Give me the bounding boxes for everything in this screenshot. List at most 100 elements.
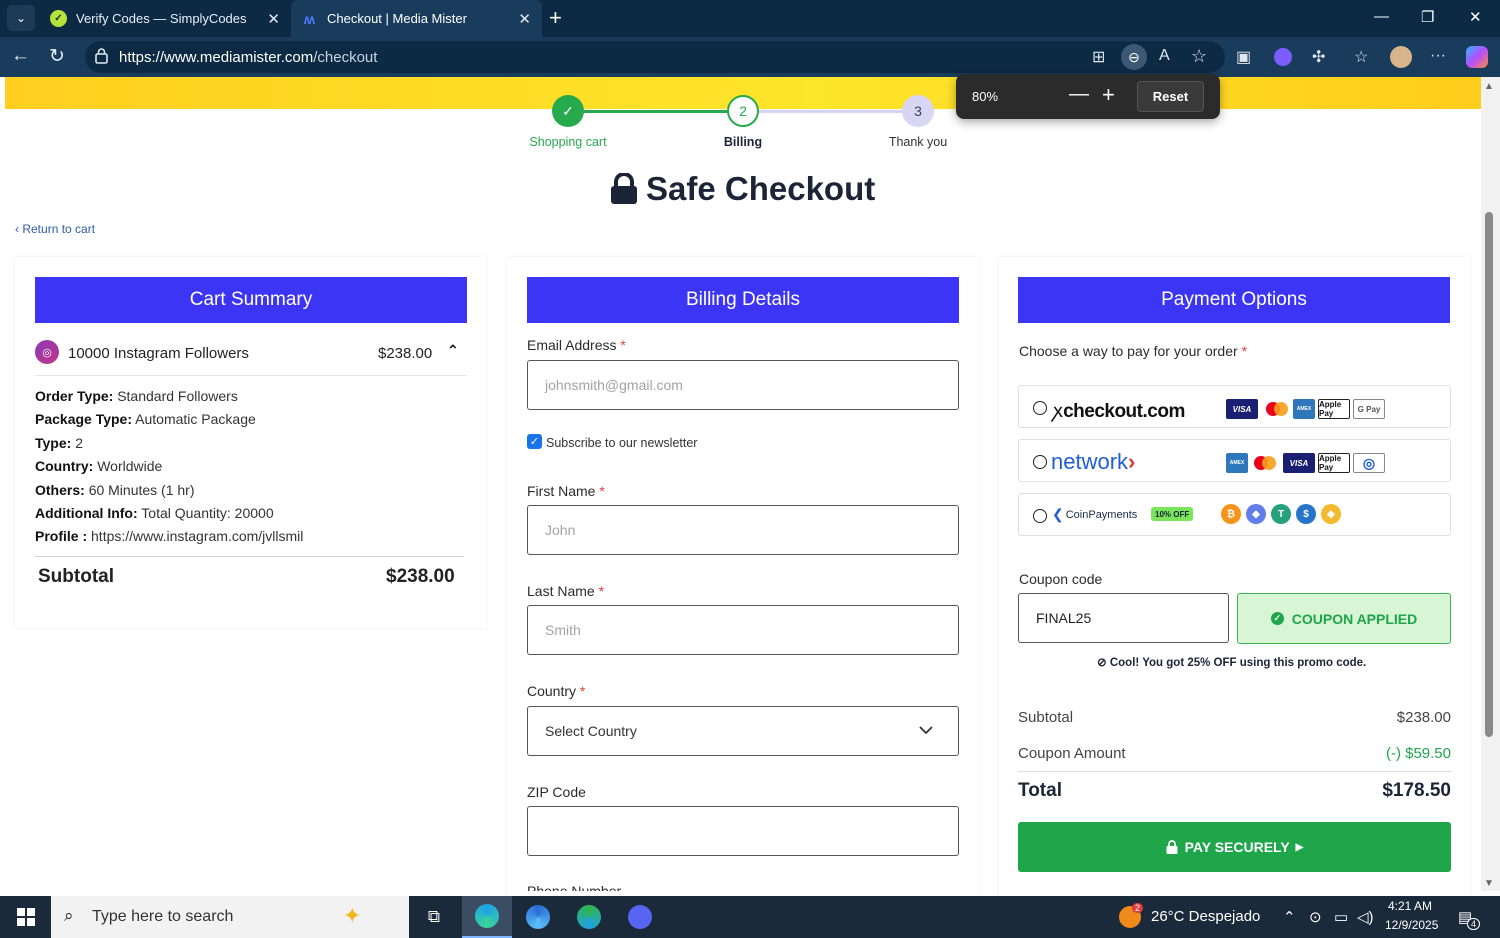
coupon-amount-value: (-) $59.50 — [1385, 745, 1451, 762]
coinpayments-logo-text: CoinPayments — [1065, 508, 1138, 521]
pay-option-checkout[interactable]: ꭗcheckout.com VISA AMEX Apple Pay G Pay — [1018, 385, 1451, 428]
zoom-in-icon[interactable]: + — [1102, 82, 1115, 108]
edge-taskbar-icon[interactable] — [462, 896, 512, 938]
favorite-star-icon[interactable]: ☆ — [1191, 46, 1207, 67]
tether-icon: T — [1271, 504, 1291, 524]
newsletter-checkbox[interactable]: ✓ — [527, 434, 542, 449]
copilot-extension-icon[interactable] — [1274, 48, 1292, 66]
tab-mediamister[interactable]: ʍ Checkout | Media Mister ✕ — [291, 0, 542, 37]
last-name-field[interactable]: Smith — [527, 605, 959, 655]
clock-time[interactable]: 4:21 AM — [1388, 899, 1432, 913]
country-select[interactable]: Select Country — [527, 706, 959, 756]
package-type-row: Package Type: Automatic Package — [35, 411, 256, 427]
back-icon[interactable]: ← — [11, 45, 30, 67]
padlock-icon — [611, 173, 637, 204]
payment-prompt: Choose a way to pay for your order * — [1019, 343, 1247, 359]
refresh-icon[interactable]: ↻ — [49, 45, 65, 68]
new-tab-button[interactable]: + — [549, 5, 562, 31]
clock-date[interactable]: 12/9/2025 — [1385, 918, 1438, 932]
detail-label: Profile : — [35, 528, 88, 544]
apps-icon[interactable]: ⊞ — [1092, 47, 1105, 67]
required-mark: * — [620, 337, 626, 353]
return-to-cart-link[interactable]: ‹ Return to cart — [15, 222, 95, 236]
detail-value: Standard Followers — [117, 388, 238, 404]
scroll-down-icon[interactable]: ▼ — [1484, 878, 1494, 889]
diners-club-icon: ◎ — [1353, 453, 1385, 473]
volume-icon[interactable]: ◁) — [1357, 908, 1374, 926]
windows-start-icon[interactable] — [17, 908, 35, 926]
zip-label: ZIP Code — [527, 784, 586, 800]
zoom-popup: 80% — + Reset — [956, 74, 1220, 119]
extensions-puzzle-icon[interactable]: ✣ — [1312, 47, 1325, 67]
close-tab-icon[interactable]: ✕ — [518, 10, 531, 28]
minimize-icon[interactable]: — — [1374, 8, 1389, 25]
detail-label: Order Type: — [35, 388, 114, 404]
visa-icon: VISA — [1283, 453, 1315, 473]
cart-subtotal-value: $238.00 — [386, 566, 455, 587]
edge-beta-taskbar-icon[interactable] — [513, 896, 563, 938]
progress-line-todo — [743, 110, 918, 113]
tab-actions-button[interactable]: ⌄ — [7, 5, 35, 31]
tab-simplycodes[interactable]: ✓ Verify Codes — SimplyCodes ✕ — [40, 0, 291, 37]
read-aloud-icon[interactable]: A — [1159, 47, 1170, 65]
radio-button[interactable] — [1033, 455, 1047, 469]
pay-securely-button[interactable]: PAY SECURELY ▶ — [1018, 822, 1451, 872]
pay-option-coinpayments[interactable]: ❮ CoinPayments 10% OFF ₿ ◆ T $ ◈ — [1018, 493, 1451, 536]
type-row: Type: 2 — [35, 435, 83, 451]
zoom-reset-button[interactable]: Reset — [1137, 81, 1204, 112]
windows-taskbar: ⌕ Type here to search ✦ ⧉ 2 26°C Despeja… — [0, 896, 1500, 938]
detail-value: 60 Minutes (1 hr) — [88, 482, 195, 498]
coupon-amount-row: Coupon Amount (-) $59.50 — [1018, 745, 1451, 762]
payment-options-heading: Payment Options — [1018, 277, 1450, 323]
coupon-input[interactable]: FINAL25 — [1018, 593, 1229, 643]
network-icon[interactable]: ▭ — [1334, 908, 1348, 926]
task-view-icon[interactable]: ⧉ — [409, 896, 459, 938]
radio-button[interactable] — [1033, 509, 1047, 523]
taskbar-search[interactable]: ⌕ Type here to search ✦ — [51, 896, 409, 938]
close-window-icon[interactable]: ✕ — [1469, 8, 1482, 26]
extension-icon[interactable]: ▣ — [1236, 47, 1251, 67]
profile-avatar[interactable] — [1390, 46, 1412, 68]
coupon-amount-label: Coupon Amount — [1018, 745, 1126, 762]
camera-icon[interactable]: ⊙ — [1309, 908, 1322, 926]
zip-field[interactable] — [527, 806, 959, 856]
discord-taskbar-icon[interactable] — [615, 896, 665, 938]
restore-icon[interactable]: ❐ — [1421, 8, 1434, 26]
radio-button[interactable] — [1033, 401, 1047, 415]
page-scrollbar[interactable]: ▲ ▼ — [1481, 77, 1500, 891]
checkout-logo: ꭗcheckout.com — [1053, 397, 1185, 423]
usdc-icon: $ — [1296, 504, 1316, 524]
additional-info-row: Additional Info: Total Quantity: 20000 — [35, 505, 274, 521]
collapse-chevron-icon[interactable]: ⌃ — [447, 342, 459, 359]
scroll-up-icon[interactable]: ▲ — [1484, 81, 1494, 92]
more-menu-icon[interactable]: ··· — [1430, 47, 1446, 65]
zoom-level: 80% — [972, 89, 999, 104]
payment-prompt-text: Choose a way to pay for your order — [1019, 343, 1238, 359]
coupon-applied-button[interactable]: ✓ COUPON APPLIED — [1237, 593, 1451, 644]
zoom-out-icon[interactable]: — — [1069, 83, 1089, 106]
first-name-field[interactable]: John — [527, 505, 959, 555]
last-name-label: Last Name * — [527, 583, 604, 599]
show-hidden-icons-icon[interactable]: ⌃ — [1283, 908, 1296, 926]
profile-row: Profile : https://www.instagram.com/jvll… — [35, 528, 303, 544]
total-row: Total $178.50 — [1018, 780, 1451, 802]
email-field[interactable]: johnsmith@gmail.com — [527, 360, 959, 410]
edge-dev-taskbar-icon[interactable] — [564, 896, 614, 938]
step-2-circle: 2 — [727, 95, 759, 127]
pay-option-network[interactable]: network› AMEX VISA Apple Pay ◎ — [1018, 439, 1451, 482]
first-name-label-text: First Name — [527, 483, 596, 499]
scrollbar-thumb[interactable] — [1485, 212, 1493, 737]
weather-text[interactable]: 26°C Despejado — [1151, 908, 1260, 925]
close-tab-icon[interactable]: ✕ — [267, 10, 280, 28]
page-title: Safe Checkout — [610, 170, 875, 208]
url-bar[interactable]: https://www.mediamister.com/checkout ⊞ ⊖… — [85, 41, 1225, 73]
zoom-icon[interactable]: ⊖ — [1121, 44, 1147, 70]
progress-line-done — [568, 110, 743, 113]
weather-badge: 2 — [1132, 903, 1144, 913]
copilot-icon[interactable] — [1466, 46, 1488, 68]
favorites-icon[interactable]: ☆ — [1354, 47, 1368, 67]
copilot-sparkle-icon: ✦ — [343, 903, 362, 928]
instagram-icon: ◎ — [35, 340, 59, 364]
detail-label: Type: — [35, 435, 72, 451]
url-path: /checkout — [313, 49, 378, 66]
